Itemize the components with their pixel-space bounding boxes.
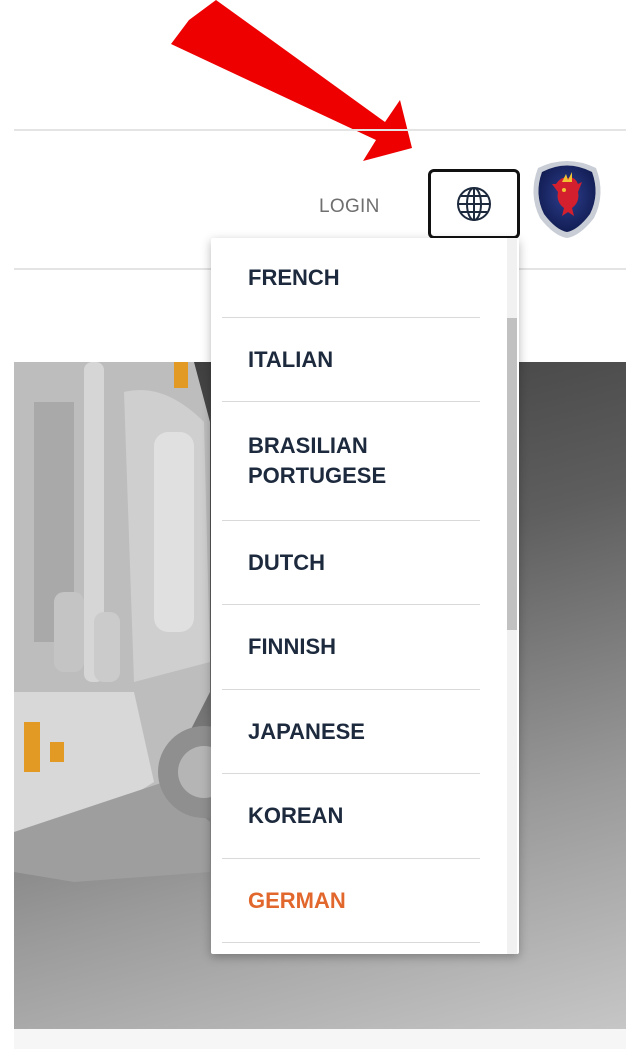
language-selector-button[interactable] [428, 169, 520, 239]
scania-griffin-icon[interactable] [528, 154, 606, 238]
dropdown-scrollbar-thumb[interactable] [507, 318, 517, 630]
language-item-brasilian-portugese[interactable]: BRASILIAN PORTUGESE [222, 402, 480, 521]
globe-icon [457, 187, 491, 221]
language-list: FRENCH ITALIAN BRASILIAN PORTUGESE DUTCH… [222, 238, 480, 943]
login-link[interactable]: LOGIN [319, 196, 380, 218]
red-arrow-annotation-icon [171, 0, 412, 161]
language-item-finnish[interactable]: FINNISH [222, 605, 480, 690]
language-item-dutch[interactable]: DUTCH [222, 521, 480, 605]
language-item-french[interactable]: FRENCH [222, 238, 480, 318]
language-item-japanese[interactable]: JAPANESE [222, 690, 480, 774]
language-item-italian[interactable]: ITALIAN [222, 318, 480, 402]
language-item-german[interactable]: GERMAN [222, 859, 480, 943]
header-top-divider [14, 129, 626, 131]
language-dropdown: FRENCH ITALIAN BRASILIAN PORTUGESE DUTCH… [211, 238, 519, 954]
footer-strip [14, 1029, 626, 1049]
language-item-korean[interactable]: KOREAN [222, 774, 480, 859]
page: LOGIN FRENCH ITALIAN BRASILIAN PORTUGESE… [0, 0, 626, 1049]
